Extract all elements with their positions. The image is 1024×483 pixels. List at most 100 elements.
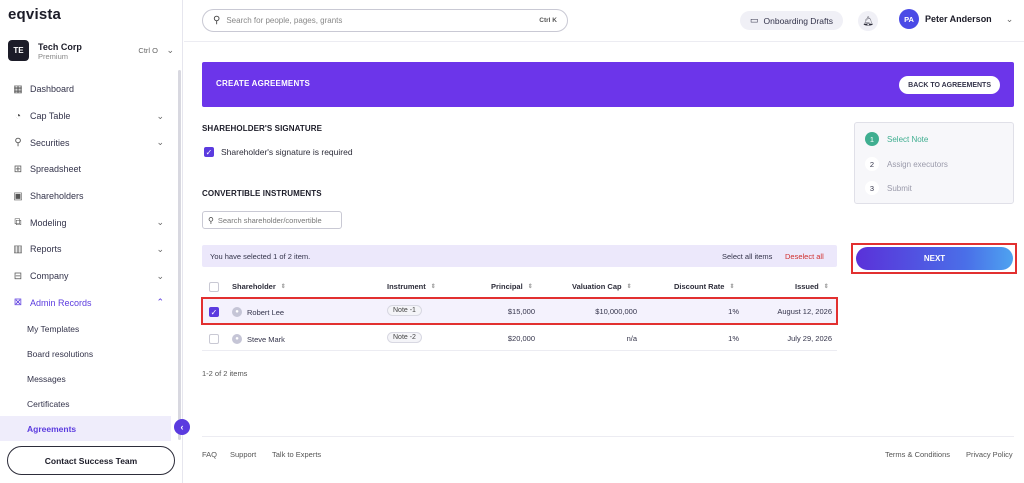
bell-icon[interactable]: 🔔︎ [858,11,878,31]
sidebar-subitem-messages[interactable]: Messages [0,366,178,391]
instrument-cell: Note -2 [387,332,422,343]
search-icon: ⚲ [213,15,221,26]
column-discount-rate[interactable]: Discount Rate ⇕ [674,282,734,291]
step-label: Select Note [887,134,929,144]
eqvista-logo[interactable]: eqvista [8,6,61,23]
search-icon: ⚲ [208,215,214,225]
footer-link-talk-to-experts[interactable]: Talk to Experts [272,450,321,459]
footer: FAQ Support Talk to Experts Terms & Cond… [202,436,1014,466]
sidebar-subitem-my-templates[interactable]: My Templates [0,316,178,341]
select-all-link[interactable]: Select all items [722,252,772,261]
step-submit: 3 Submit [865,181,912,195]
table-row[interactable]: ● Steve Mark Note -2 $20,000 n/a 1% July … [202,325,837,351]
column-valuation-cap[interactable]: Valuation Cap ⇕ [572,282,632,291]
sidebar: eqvista TE Tech Corp Premium Ctrl O ⌄ ▦ … [0,0,183,483]
instrument-badge: Note -2 [387,332,422,343]
company-plan: Premium [38,52,69,61]
pagination-count: 1-2 of 2 items [202,369,248,378]
sort-icon: ⇕ [430,284,436,290]
principal-cell: $20,000 [507,334,535,343]
column-issued[interactable]: Issued ⇕ [795,282,829,291]
company-shortcut: Ctrl O [138,46,158,55]
global-search[interactable]: ⚲ Ctrl K [202,9,568,32]
pie-chart-icon: ◔ [14,110,22,122]
signature-section-title: SHAREHOLDER'S SIGNATURE [202,124,323,133]
chevron-down-icon: ⌄ [156,137,164,148]
sidebar-item-company[interactable]: ⊟ Company ⌄ [0,263,178,290]
sidebar-item-admin-records[interactable]: ⊠ Admin Records ⌃ [0,290,178,317]
sort-icon: ⇕ [729,284,735,290]
sidebar-subitem-agreements[interactable]: Agreements [0,416,171,442]
signature-required-checkbox[interactable]: ✓ Shareholder's signature is required [204,147,353,157]
sidebar-scrollbar[interactable] [178,70,181,440]
sidebar-item-label: Shareholders [30,191,84,202]
sort-icon: ⇕ [626,284,632,290]
next-button[interactable]: NEXT [856,247,1013,270]
shareholder-cell: ● Robert Lee [232,307,284,317]
sidebar-item-modeling[interactable]: ⧉ Modeling ⌄ [0,209,178,236]
sidebar-item-label: Dashboard [30,84,75,95]
step-label: Submit [887,183,912,193]
chevron-down-icon: ⌄ [156,110,164,121]
instruments-section-title: CONVERTIBLE INSTRUMENTS [202,189,322,198]
column-instrument[interactable]: Instrument ⇕ [387,282,436,291]
footer-link-terms[interactable]: Terms & Conditions [885,450,950,459]
chevron-down-icon: ⌄ [156,217,164,228]
sidebar-item-cap-table[interactable]: ◔ Cap Table ⌄ [0,103,178,130]
collapse-sidebar-icon[interactable]: ‹ [174,419,190,435]
user-menu[interactable]: PA Peter Anderson ⌄ [899,9,1013,29]
chevron-down-icon: ⌄ [1005,13,1014,24]
securities-icon: ⚲ [14,137,22,149]
sidebar-item-label: Admin Records [30,297,92,308]
step-number: 3 [865,181,879,195]
step-label: Assign executors [887,159,948,169]
discount-rate-cell: 1% [728,307,739,316]
sidebar-item-reports[interactable]: ▥ Reports ⌄ [0,236,178,263]
sidebar-item-securities[interactable]: ⚲ Securities ⌄ [0,129,178,156]
instrument-search[interactable]: ⚲ [202,211,342,229]
document-icon: ▭ [750,15,759,25]
page-banner: CREATE AGREEMENTS BACK TO AGREEMENTS [202,62,1014,107]
global-search-input[interactable] [226,16,540,25]
row-checkbox[interactable] [209,334,219,344]
select-all-checkbox[interactable] [209,282,219,292]
column-principal[interactable]: Principal ⇕ [491,282,533,291]
step-select-note: 1 Select Note [865,132,928,146]
company-icon: ⊟ [13,270,23,282]
shareholder-cell: ● Steve Mark [232,334,285,344]
sidebar-subitem-certificates[interactable]: Certificates [0,391,178,416]
modeling-icon: ⧉ [14,217,22,229]
onboarding-drafts-button[interactable]: ▭ Onboarding Drafts [740,11,843,30]
column-shareholder[interactable]: Shareholder ⇕ [232,282,286,291]
selection-status: You have selected 1 of 2 item. [210,252,311,261]
table-row[interactable]: ✓ ● Robert Lee Note -1 $15,000 $10,000,00… [201,297,838,325]
onboarding-drafts-label: Onboarding Drafts [763,15,833,26]
sidebar-item-label: Cap Table [30,111,71,122]
sidebar-item-label: Company [30,271,69,282]
sidebar-item-dashboard[interactable]: ▦ Dashboard [0,76,178,103]
sidebar-item-label: Spreadsheet [30,164,82,175]
back-to-agreements-button[interactable]: BACK TO AGREEMENTS [899,76,1000,94]
deselect-all-link[interactable]: Deselect all [785,252,824,261]
chevron-up-icon: ⌃ [156,297,164,308]
valuation-cap-cell: $10,000,000 [595,307,637,316]
company-name: Tech Corp [38,42,82,52]
sidebar-item-spreadsheet[interactable]: ⊞ Spreadsheet [0,156,178,183]
sidebar-item-label: Modeling [30,217,67,228]
footer-link-faq[interactable]: FAQ [202,450,217,459]
check-icon[interactable]: ✓ [204,147,214,157]
sidebar-subitem-board-resolutions[interactable]: Board resolutions [0,341,178,366]
admin-records-icon: ⊠ [13,297,23,309]
footer-link-support[interactable]: Support [230,450,256,459]
footer-link-privacy[interactable]: Privacy Policy [966,450,1013,459]
contact-success-team-button[interactable]: Contact Success Team [7,446,175,475]
company-switcher[interactable]: TE Tech Corp Premium Ctrl O ⌄ [8,40,176,64]
sidebar-nav: ▦ Dashboard ◔ Cap Table ⌄ ⚲ Securities ⌄… [0,76,178,442]
row-checkbox[interactable]: ✓ [209,307,219,317]
spreadsheet-icon: ⊞ [13,163,23,175]
sidebar-item-shareholders[interactable]: ▣ Shareholders [0,183,178,210]
instrument-search-input[interactable] [217,215,333,225]
top-bar: ⚲ Ctrl K ▭ Onboarding Drafts 🔔︎ PA Peter… [184,0,1024,42]
company-avatar: TE [8,40,29,61]
avatar: ● [232,307,242,317]
